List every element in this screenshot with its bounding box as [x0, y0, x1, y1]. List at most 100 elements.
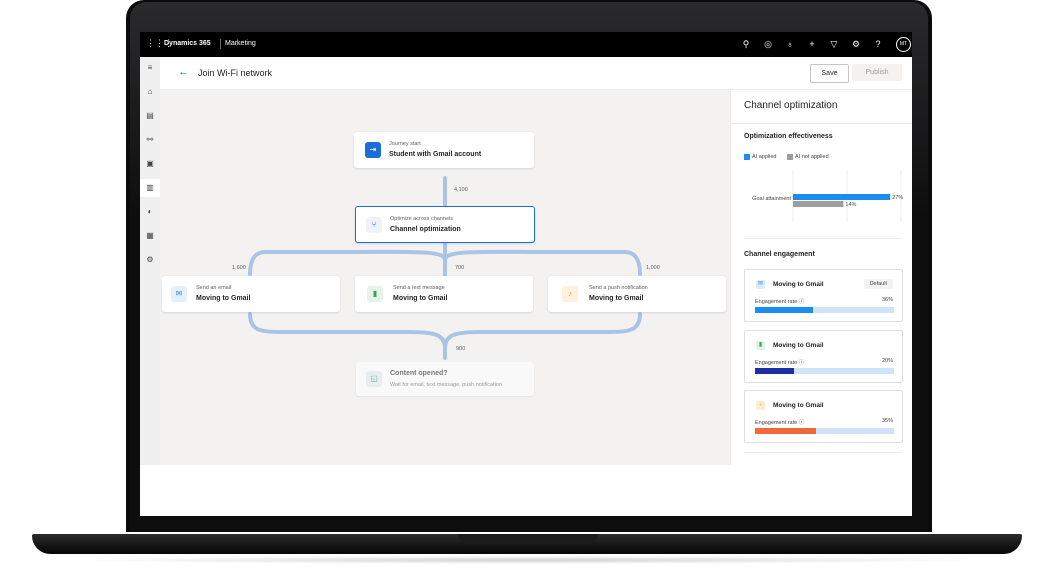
engagement-rate-text: Engagement rate: [755, 360, 798, 366]
effectiveness-title: Optimization effectiveness: [744, 133, 833, 140]
send-text-tile[interactable]: ▮ Send a text message Moving to Gmail: [355, 276, 533, 312]
engagement-fill: [755, 307, 814, 313]
send-email-title: Moving to Gmail: [196, 295, 251, 302]
optimize-subtitle: Optimize across channels: [390, 216, 453, 222]
publish-button[interactable]: Publish: [852, 64, 902, 81]
engagement-track: [755, 428, 894, 434]
target-icon[interactable]: ◎: [762, 38, 774, 50]
content-opened-tile[interactable]: ◱ Content opened? Wait for email, text m…: [356, 362, 534, 396]
top-bar: ⋮⋮⋮ Dynamics 365 Marketing ⚲ ◎ ♁ + ▽ ⚙ ?…: [140, 32, 912, 57]
back-arrow-icon[interactable]: ←: [178, 66, 189, 78]
app-screen: ⋮⋮⋮ Dynamics 365 Marketing ⚲ ◎ ♁ + ▽ ⚙ ?…: [140, 32, 912, 516]
engagement-rate-value: 20%: [881, 358, 893, 364]
engagement-card-sms[interactable]: ▮ Moving to Gmail Engagement rate ⓘ 20%: [744, 330, 903, 383]
condition-title: Content opened?: [390, 370, 448, 377]
engagement-rate-value: 35%: [881, 418, 893, 424]
text-message-icon: ▮: [367, 286, 383, 302]
engagement-rate-value: 36%: [881, 297, 893, 303]
branch-count-sms: 700: [455, 265, 465, 271]
bar-value-label: 14%: [845, 202, 856, 208]
laptop-notch: [458, 534, 598, 544]
engagement-rate-text: Engagement rate: [755, 299, 798, 305]
app-name-divider: [220, 39, 221, 49]
mail-icon: ✉: [171, 286, 187, 302]
app-name[interactable]: Dynamics 365: [164, 40, 211, 47]
search-icon[interactable]: ⚲: [740, 38, 752, 50]
card-name: Moving to Gmail: [773, 342, 824, 349]
info-icon[interactable]: ⓘ: [799, 299, 805, 305]
bottom-blank-area: [140, 465, 912, 516]
condition-icon: ◱: [366, 371, 382, 387]
journey-start-tile[interactable]: ⇥ Journey start Student with Gmail accou…: [354, 132, 534, 168]
bar-value-label: 27%: [892, 195, 903, 201]
filter-icon[interactable]: ▽: [828, 38, 840, 50]
info-icon[interactable]: ⓘ: [824, 101, 831, 111]
merge-count: 900: [456, 346, 466, 352]
card-name: Moving to Gmail: [773, 402, 824, 409]
text-message-icon: ▮: [756, 341, 765, 350]
help-icon[interactable]: ?: [872, 38, 884, 50]
settings-icon[interactable]: ⚙: [850, 38, 862, 50]
panel-divider: [731, 123, 912, 124]
send-text-title: Moving to Gmail: [393, 295, 448, 302]
journey-start-title: Student with Gmail account: [389, 151, 482, 158]
chart-icon[interactable]: ▥: [144, 182, 156, 194]
engagement-rate-label: Engagement rate ⓘ: [755, 297, 804, 305]
save-button[interactable]: Save: [810, 64, 849, 83]
engagement-rate-label: Engagement rate ⓘ: [755, 418, 804, 426]
send-text-subtitle: Send a text message: [393, 285, 445, 291]
engagement-fill: [755, 428, 817, 434]
lightbulb-icon[interactable]: ♁: [784, 38, 796, 50]
engagement-title: Channel engagement: [744, 251, 815, 258]
effectiveness-chart: 015%30%Goal attainment27%14%: [752, 170, 903, 222]
engagement-card-email[interactable]: ✉ Moving to Gmail Default Engagement rat…: [744, 269, 903, 322]
engagement-card-push[interactable]: ♪ Moving to Gmail Engagement rate ⓘ 35%: [744, 390, 903, 443]
send-email-tile[interactable]: ✉ Send an email Moving to Gmail: [162, 276, 340, 312]
send-email-subtitle: Send an email: [196, 285, 232, 291]
page-title: Join Wi-Fi network: [198, 68, 273, 78]
document-icon[interactable]: ▣: [144, 158, 156, 170]
section-divider: [744, 238, 902, 239]
left-nav: ≡ ⌂ ▤ ⚯ ▣ ▥ ◐ ▦ ⚙: [140, 57, 160, 465]
journey-canvas: ⇥ Journey start Student with Gmail accou…: [160, 90, 730, 465]
channel-optimization-panel: Channel optimization ⓘ Optimization effe…: [730, 90, 912, 465]
card-name: Moving to Gmail: [773, 281, 824, 288]
mail-icon: ✉: [756, 280, 765, 289]
clipboard-icon[interactable]: ▤: [144, 110, 156, 122]
channel-optimization-tile[interactable]: ⑂ Optimize across channels Channel optim…: [355, 206, 535, 243]
engagement-track: [755, 368, 894, 374]
settings-icon[interactable]: ⚙: [144, 254, 156, 266]
journey-start-icon: ⇥: [365, 142, 381, 158]
bar-ai-not-applied: [793, 201, 844, 207]
branch-count-email: 1,600: [232, 265, 246, 271]
plus-icon[interactable]: +: [806, 38, 818, 50]
connector-right: [443, 249, 642, 276]
area-name: Marketing: [225, 40, 256, 47]
hamburger-icon[interactable]: ≡: [144, 62, 156, 74]
branch-count-push: 1,000: [646, 265, 660, 271]
send-push-title: Moving to Gmail: [589, 295, 644, 302]
bar-ai-applied: [793, 194, 891, 200]
flow-icon[interactable]: ⚯: [144, 134, 156, 146]
send-push-tile[interactable]: ♪ Send a push notification Moving to Gma…: [548, 276, 726, 312]
globe-icon[interactable]: ◐: [144, 206, 156, 218]
connector-left: [248, 249, 447, 276]
info-icon[interactable]: ⓘ: [799, 420, 805, 426]
home-icon[interactable]: ⌂: [144, 86, 156, 98]
bell-icon: ♪: [562, 286, 578, 302]
bell-icon: ♪: [756, 401, 765, 410]
connector-right-merge: [443, 312, 642, 350]
info-icon[interactable]: ⓘ: [799, 360, 805, 366]
category-label: Goal attainment: [752, 196, 791, 202]
map-icon[interactable]: ▦: [144, 230, 156, 242]
optimize-title: Channel optimization: [390, 226, 461, 233]
laptop-shadow: [60, 556, 996, 564]
engagement-fill: [755, 368, 794, 374]
count-to-optimize: 4,100: [454, 187, 468, 193]
user-avatar[interactable]: MT: [896, 37, 911, 52]
engagement-track: [755, 307, 894, 313]
page-header: ← Join Wi-Fi network Save Publish: [160, 57, 912, 90]
engagement-rate-text: Engagement rate: [755, 420, 798, 426]
branch-icon: ⑂: [366, 217, 382, 233]
app-launcher-icon[interactable]: ⋮⋮⋮: [146, 38, 173, 48]
